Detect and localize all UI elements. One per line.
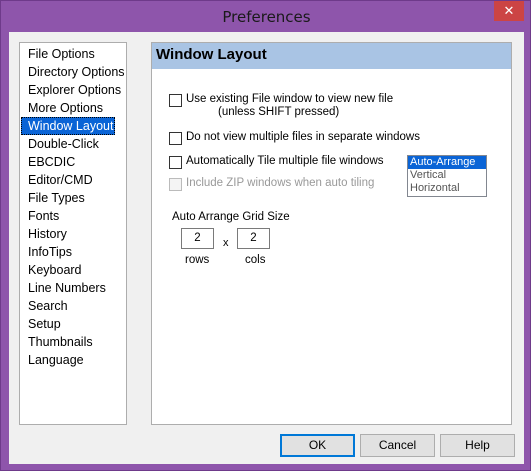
sidebar-item-search[interactable]: Search [20, 297, 126, 315]
cols-input[interactable]: 2 [237, 228, 270, 249]
sidebar-item-more-options[interactable]: More Options [20, 99, 126, 117]
sidebar-item-editor-cmd[interactable]: Editor/CMD [20, 171, 126, 189]
category-list[interactable]: File Options Directory Options Explorer … [19, 42, 127, 425]
auto-tile-checkbox[interactable] [169, 156, 182, 169]
panel-header: Window Layout [152, 43, 511, 69]
sidebar-item-keyboard[interactable]: Keyboard [20, 261, 126, 279]
auto-tile-label: Automatically Tile multiple file windows [186, 155, 384, 167]
rows-caption: rows [185, 254, 210, 266]
sidebar-item-infotips[interactable]: InfoTips [20, 243, 126, 261]
include-zip-checkbox [169, 178, 182, 191]
grid-size-label: Auto Arrange Grid Size [172, 211, 290, 223]
tile-mode-listbox[interactable]: Auto-Arrange Vertical Horizontal [407, 155, 487, 197]
tile-mode-option-horizontal[interactable]: Horizontal [408, 182, 486, 195]
sidebar-item-double-click[interactable]: Double-Click [20, 135, 126, 153]
sidebar-item-file-types[interactable]: File Types [20, 189, 126, 207]
settings-panel: Window Layout Use existing File window t… [151, 42, 512, 425]
window-title: Preferences [222, 8, 311, 26]
tile-mode-option-vertical[interactable]: Vertical [408, 169, 486, 182]
use-existing-window-label: Use existing File window to view new fil… [186, 93, 394, 105]
sidebar-item-file-options[interactable]: File Options [20, 45, 126, 63]
tile-mode-option-auto-arrange[interactable]: Auto-Arrange [408, 156, 486, 169]
close-icon[interactable]: ✕ [494, 1, 524, 21]
sidebar-item-setup[interactable]: Setup [20, 315, 126, 333]
grid-separator: x [223, 237, 229, 249]
panel-title: Window Layout [156, 46, 267, 63]
sidebar-item-window-layout[interactable]: Window Layout [21, 117, 115, 135]
cancel-button[interactable]: Cancel [360, 434, 435, 457]
sidebar-item-ebcdic[interactable]: EBCDIC [20, 153, 126, 171]
use-existing-window-checkbox[interactable] [169, 94, 182, 107]
no-multiple-windows-checkbox[interactable] [169, 132, 182, 145]
include-zip-label: Include ZIP windows when auto tiling [186, 177, 375, 189]
help-button[interactable]: Help [440, 434, 515, 457]
preferences-window: Preferences ✕ File Options Directory Opt… [0, 0, 531, 471]
sidebar-item-thumbnails[interactable]: Thumbnails [20, 333, 126, 351]
sidebar-item-language[interactable]: Language [20, 351, 126, 369]
use-existing-window-sublabel: (unless SHIFT pressed) [218, 106, 340, 118]
include-zip-option: Include ZIP windows when auto tiling [169, 177, 374, 191]
no-multiple-windows-label: Do not view multiple files in separate w… [186, 131, 420, 143]
no-multiple-windows-option[interactable]: Do not view multiple files in separate w… [169, 131, 420, 145]
dialog-client-area: File Options Directory Options Explorer … [9, 32, 524, 464]
auto-tile-option[interactable]: Automatically Tile multiple file windows [169, 155, 384, 169]
ok-button[interactable]: OK [280, 434, 355, 457]
sidebar-item-fonts[interactable]: Fonts [20, 207, 126, 225]
cols-caption: cols [245, 254, 266, 266]
rows-input[interactable]: 2 [181, 228, 214, 249]
sidebar-item-line-numbers[interactable]: Line Numbers [20, 279, 126, 297]
sidebar-item-directory-options[interactable]: Directory Options [20, 63, 126, 81]
sidebar-item-history[interactable]: History [20, 225, 126, 243]
use-existing-window-option[interactable]: Use existing File window to view new fil… [169, 93, 393, 107]
title-bar[interactable]: Preferences ✕ [1, 1, 531, 33]
sidebar-item-explorer-options[interactable]: Explorer Options [20, 81, 126, 99]
